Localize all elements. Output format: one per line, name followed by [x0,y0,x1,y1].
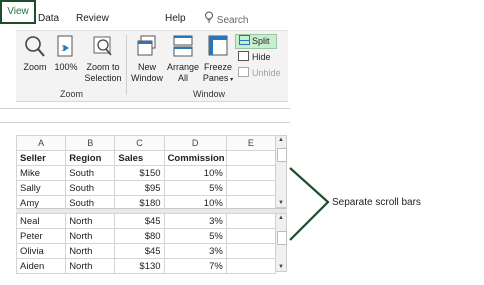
cell[interactable]: South [65,165,116,181]
zoom-to-selection-button[interactable]: Zoom to Selection [81,35,125,84]
window-group-label: Window [193,89,226,99]
column-header[interactable]: E [225,135,277,151]
cell[interactable] [225,213,277,229]
arrange-all-label: Arrange All [166,62,200,83]
split-button[interactable]: Split [235,34,277,49]
cell[interactable]: $45 [114,243,165,259]
cell[interactable]: $45 [114,213,165,229]
table-row: Olivia North $45 3% [15,243,277,259]
table-row: Mike South $150 10% [15,165,277,181]
column-header[interactable]: D [163,135,227,151]
zoom-label: Zoom [23,62,47,72]
cell[interactable] [225,228,277,244]
table-row: Aiden North $130 7% [15,258,277,274]
split-icon [239,35,250,45]
split-label: Split [252,36,270,46]
cell[interactable]: Commission [163,150,227,166]
cell[interactable]: Peter [15,228,67,244]
freeze-panes-label: Freeze Panes ▾ [202,62,234,83]
cell[interactable]: North [65,228,116,244]
cell[interactable]: Neal [15,213,67,229]
cell[interactable]: $80 [114,228,165,244]
new-window-label: New Window [130,62,163,83]
cell[interactable] [225,180,277,196]
cell[interactable]: $150 [114,165,165,181]
cell[interactable]: Olivia [15,243,67,259]
column-header[interactable]: A [15,135,67,151]
table-header-row: Seller Region Sales Commission [15,150,277,166]
cell[interactable] [225,165,277,181]
zoom-100-label: 100% [54,62,78,72]
cell[interactable] [225,243,277,259]
cell[interactable]: Sales [114,150,165,166]
zoom-to-selection-label: Zoom to Selection [84,62,122,83]
zoom-selection-icon [81,35,125,62]
cell[interactable]: Seller [15,150,67,166]
cell[interactable]: North [65,258,116,274]
cell[interactable]: $130 [114,258,165,274]
cell[interactable]: South [65,180,116,196]
column-header[interactable]: B [65,135,116,151]
cell[interactable]: 3% [163,213,227,229]
arrange-all-icon [166,35,200,62]
table-row: Peter North $80 5% [15,228,277,244]
search-box[interactable]: Search [204,11,248,26]
column-header-row: A B C D E [15,135,277,151]
tab-view[interactable]: View [0,0,36,24]
tab-review[interactable]: Review [76,10,109,28]
lightbulb-icon [204,11,217,26]
callout-bracket-icon [289,167,330,241]
cell[interactable] [225,150,277,166]
spreadsheet-bottom-pane: Neal North $45 3% Peter North $80 5% Oli… [15,213,277,274]
scroll-down-arrow-icon[interactable]: ▼ [277,264,285,270]
cell[interactable]: $95 [114,180,165,196]
freeze-panes-icon [201,35,235,62]
cell[interactable]: North [65,213,116,229]
cell[interactable]: North [65,243,116,259]
zoom-100-button[interactable]: 1 100% [52,35,80,73]
freeze-panes-button[interactable]: Freeze Panes ▾ [201,35,235,86]
zoom-group-label: Zoom [60,89,84,99]
group-separator [126,35,127,95]
magnifier-icon [18,35,52,62]
chevron-down-icon: ▾ [228,77,234,83]
cell[interactable]: Region [65,150,116,166]
cell[interactable]: Mike [15,165,67,181]
cell[interactable]: 7% [163,258,227,274]
scroll-up-arrow-icon[interactable]: ▲ [277,137,285,143]
ribbon: Zoom 1 100% Zoom to Selection Zoom New W… [16,30,288,102]
table-row: Sally South $95 5% [15,180,277,196]
cell[interactable] [225,258,277,274]
table-row: Neal North $45 3% [15,213,277,229]
cell[interactable]: 5% [163,228,227,244]
formula-line [0,122,290,123]
cell[interactable]: Sally [15,180,67,196]
callout-label: Separate scroll bars [332,197,421,208]
tab-help[interactable]: Help [165,10,186,28]
search-label: Search [216,15,249,26]
column-header[interactable]: C [114,135,165,151]
zoom-button[interactable]: Zoom [18,35,52,73]
hide-icon [238,51,249,61]
cell[interactable]: 10% [163,165,227,181]
new-window-button[interactable]: New Window [129,35,165,84]
arrange-all-button[interactable]: Arrange All [166,35,200,84]
hide-label: Hide [252,52,271,62]
hide-button[interactable]: Hide [236,51,271,63]
cell[interactable]: Aiden [15,258,67,274]
unhide-label: Unhide [252,68,281,78]
unhide-icon [238,67,249,77]
cell[interactable]: 5% [163,180,227,196]
new-window-icon [129,35,165,62]
unhide-button[interactable]: Unhide [236,67,281,79]
cell[interactable]: 3% [163,243,227,259]
spreadsheet-top-pane: A B C D E Seller Region Sales Commission… [15,135,277,211]
page-100-icon: 1 [52,35,80,62]
tab-data[interactable]: Data [38,10,59,28]
formula-line [0,108,290,109]
